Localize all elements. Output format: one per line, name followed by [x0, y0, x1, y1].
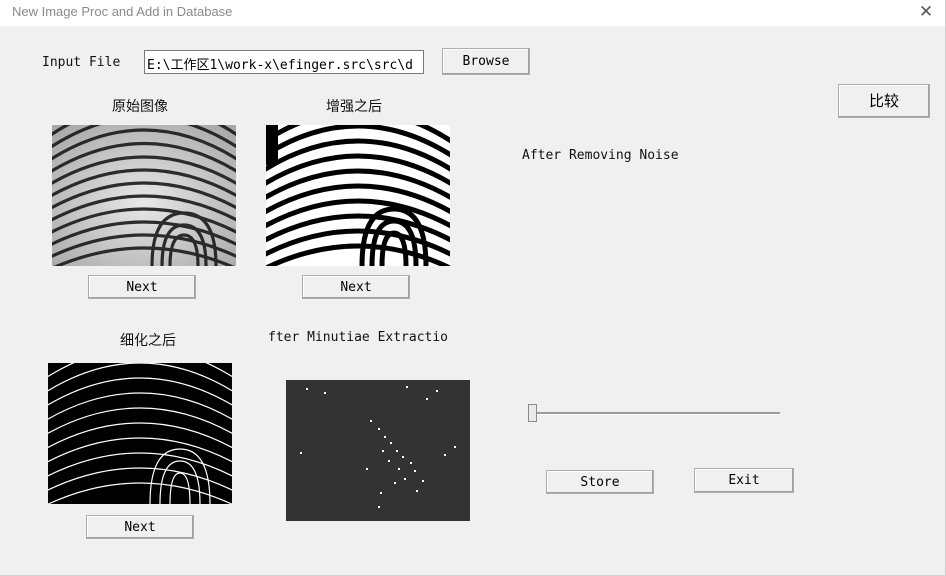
minutiae-image — [286, 380, 470, 521]
original-next-label: Next — [126, 280, 158, 295]
slider-thumb[interactable] — [528, 404, 537, 422]
slider-track[interactable] — [530, 412, 780, 415]
compare-button-label: 比较 — [868, 92, 899, 110]
minutiae-extraction-label: fter Minutiae Extractio — [268, 330, 449, 345]
close-icon[interactable]: ✕ — [915, 1, 937, 23]
thinned-next-button[interactable]: Next — [86, 515, 194, 539]
input-file-field[interactable]: E:\工作区1\work-x\efinger.src\src\d — [144, 50, 424, 74]
window-title: New Image Proc and Add in Database — [12, 4, 233, 19]
compare-button[interactable]: 比较 — [838, 84, 930, 118]
noise-removed-label: After Removing Noise — [522, 148, 679, 163]
exit-button[interactable]: Exit — [694, 468, 794, 493]
input-file-label: Input File — [42, 55, 121, 70]
thinned-next-label: Next — [124, 520, 156, 535]
store-button[interactable]: Store — [546, 470, 654, 494]
thinned-fingerprint-image — [48, 363, 232, 504]
enhanced-image-label: 增强之后 — [326, 99, 382, 115]
original-fingerprint-image — [52, 125, 236, 266]
enhanced-fingerprint-image — [266, 125, 450, 266]
app-window: New Image Proc and Add in Database ✕ Inp… — [0, 0, 946, 576]
exit-button-label: Exit — [728, 473, 760, 488]
browse-button-label: Browse — [462, 54, 510, 69]
thinned-image-label: 细化之后 — [120, 333, 176, 349]
title-bar: New Image Proc and Add in Database ✕ — [0, 0, 945, 26]
store-button-label: Store — [580, 475, 620, 490]
enhanced-next-button[interactable]: Next — [302, 275, 410, 299]
original-image-label: 原始图像 — [112, 99, 168, 115]
original-next-button[interactable]: Next — [88, 275, 196, 299]
browse-button[interactable]: Browse — [442, 48, 530, 75]
enhanced-next-label: Next — [340, 280, 372, 295]
